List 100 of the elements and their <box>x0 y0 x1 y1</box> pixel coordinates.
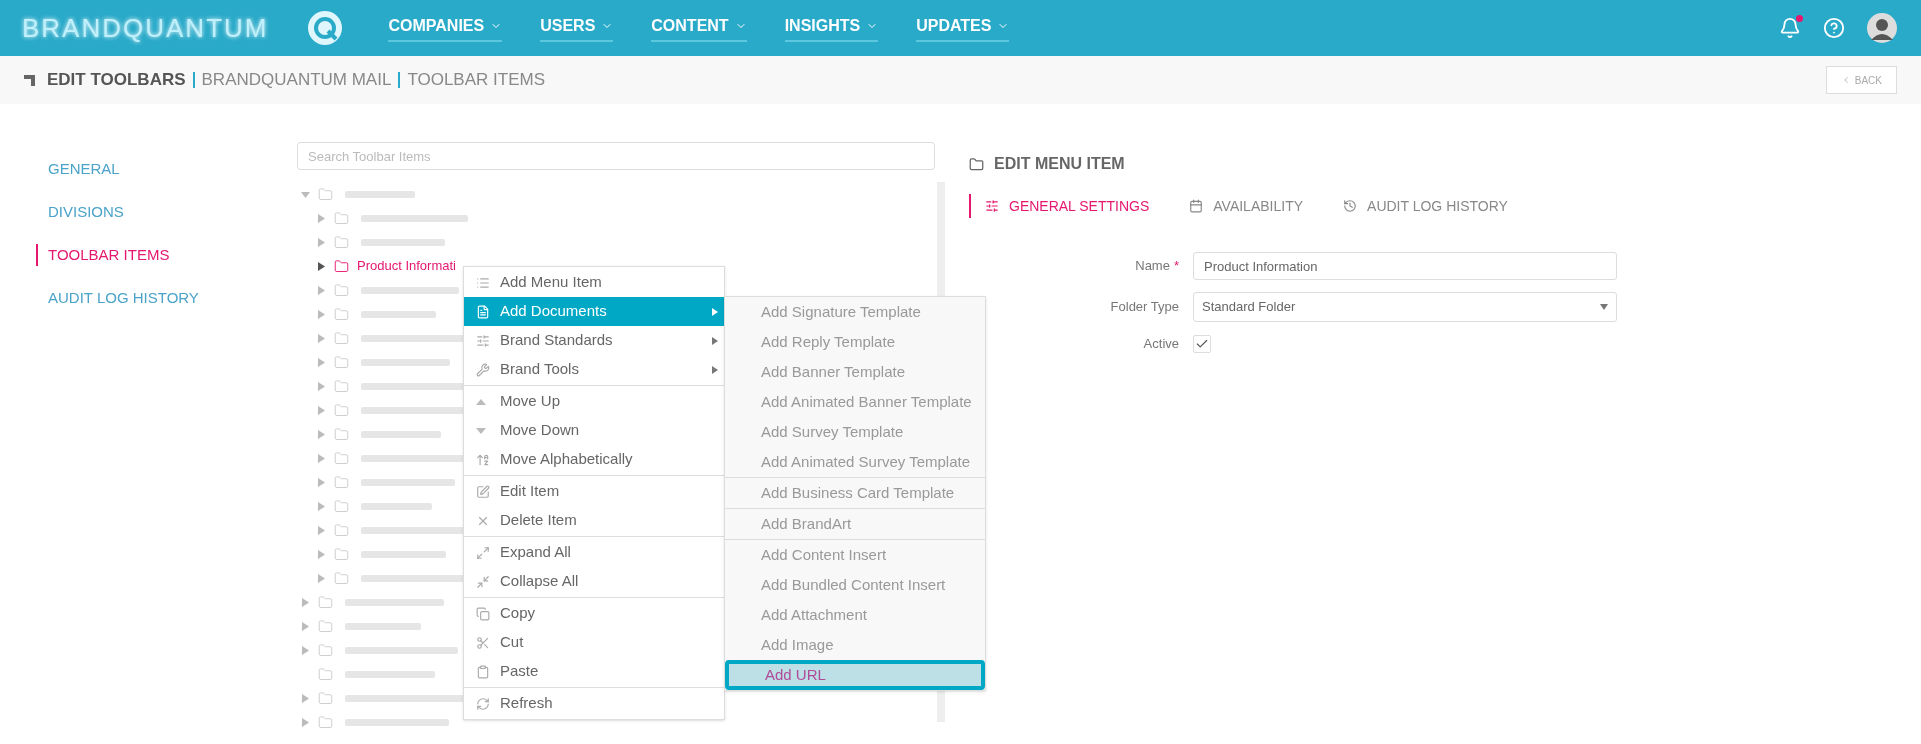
blurred-label[interactable] <box>345 644 458 656</box>
menu-item[interactable]: Expand All <box>464 538 724 567</box>
blurred-label[interactable] <box>345 668 435 680</box>
sidebar-item[interactable]: AUDIT LOG HISTORY <box>36 287 297 309</box>
help-icon[interactable] <box>1823 17 1845 39</box>
folder-icon <box>969 156 984 172</box>
menu-item[interactable]: Collapse All <box>464 567 724 596</box>
folder-icon <box>334 354 349 370</box>
menu-item[interactable]: Add Bundled Content Insert <box>725 570 985 600</box>
menu-item[interactable]: Move Alphabetically <box>464 445 724 474</box>
blurred-label[interactable] <box>361 284 459 296</box>
blurred-label[interactable] <box>361 212 468 224</box>
blurred-label[interactable] <box>361 548 446 560</box>
submenu-arrow-icon <box>712 307 718 316</box>
refresh-icon <box>476 696 490 711</box>
menu-item[interactable]: Refresh <box>464 689 724 718</box>
menu-item[interactable]: Add URL <box>725 660 985 690</box>
sidebar-item[interactable]: DIVISIONS <box>36 201 297 223</box>
logo[interactable]: BRANDQUANTUM <box>22 8 269 48</box>
menu-item[interactable]: Add Signature Template <box>725 297 985 327</box>
blurred-label[interactable] <box>361 236 445 248</box>
folder-icon <box>318 186 333 202</box>
menu-item[interactable]: Add Attachment <box>725 600 985 630</box>
avatar[interactable] <box>1867 13 1897 43</box>
blurred-label[interactable] <box>345 716 449 728</box>
menu-item[interactable]: Brand Tools <box>464 355 724 384</box>
submenu-arrow-icon <box>712 336 718 345</box>
folder-icon <box>334 498 349 514</box>
folder-icon <box>334 570 349 586</box>
menu-item[interactable]: Add BrandArt <box>725 509 985 539</box>
folder-icon <box>334 450 349 466</box>
folder-icon <box>334 282 349 298</box>
submenu-arrow-icon <box>712 365 718 374</box>
collapsed-caret-icon[interactable] <box>317 261 326 271</box>
folder-icon <box>334 378 349 394</box>
menu-item[interactable]: Edit Item <box>464 477 724 506</box>
expand-icon <box>476 545 490 560</box>
blurred-label[interactable] <box>345 188 415 200</box>
menu-item[interactable]: Add Menu Item <box>464 268 724 297</box>
nav-menu[interactable]: COMPANIES <box>388 14 503 42</box>
logo-icon[interactable] <box>306 9 345 47</box>
folder-icon <box>334 426 349 442</box>
blurred-label[interactable] <box>361 428 441 440</box>
blurred-label[interactable] <box>361 308 436 320</box>
checkbox[interactable] <box>1193 334 1211 353</box>
folder-icon <box>334 306 349 322</box>
folder-icon <box>334 402 349 418</box>
dropdown-caret-icon <box>1600 304 1608 310</box>
menu-item[interactable]: Add Documents <box>464 297 724 326</box>
folder-icon <box>318 642 333 658</box>
folder-type-select[interactable]: Standard Folder <box>1193 292 1617 322</box>
nav-menu[interactable]: USERS <box>540 14 614 42</box>
tree-item[interactable]: Product Informati <box>357 256 456 276</box>
menu-item[interactable]: Brand Standards <box>464 326 724 355</box>
menu-item[interactable]: Add Animated Survey Template <box>725 447 985 477</box>
nav-menu[interactable]: INSIGHTS <box>784 14 879 42</box>
menu-item[interactable]: Add Image <box>725 630 985 660</box>
menu-item[interactable]: Cut <box>464 628 724 657</box>
field-label: Folder Type <box>1110 298 1179 317</box>
menu-item[interactable]: Copy <box>464 599 724 628</box>
folder-icon <box>318 714 333 730</box>
menu-item[interactable]: Paste <box>464 657 724 686</box>
edit-icon <box>476 484 490 499</box>
tab[interactable]: GENERAL SETTINGS <box>985 195 1150 217</box>
name-field[interactable]: Product Information <box>1193 252 1617 280</box>
menu-item[interactable]: Move Up <box>464 387 724 416</box>
menu-item[interactable]: Add Survey Template <box>725 417 985 447</box>
menu-item[interactable]: Delete Item <box>464 506 724 535</box>
blurred-label[interactable] <box>345 596 444 608</box>
sidebar-item[interactable]: GENERAL <box>36 158 297 180</box>
sidebar-item[interactable]: TOOLBAR ITEMS <box>36 244 297 266</box>
blurred-label[interactable] <box>361 404 464 416</box>
breadcrumb-item[interactable]: TOOLBAR ITEMS <box>407 67 545 93</box>
breadcrumb-item: EDIT TOOLBARS <box>47 69 186 92</box>
required-mark: * <box>1173 257 1179 276</box>
folder-icon <box>334 258 349 274</box>
back-button[interactable]: BACK <box>1825 66 1897 94</box>
search-field[interactable]: Search Toolbar Items <box>297 142 935 170</box>
menu-item[interactable]: Add Business Card Template <box>725 478 985 508</box>
tab[interactable]: AUDIT LOG HISTORY <box>1343 195 1508 217</box>
breadcrumb-item[interactable]: BRANDQUANTUM MAIL <box>201 67 392 93</box>
menu-item[interactable]: Add Reply Template <box>725 327 985 357</box>
menu-item[interactable]: Add Banner Template <box>725 357 985 387</box>
blurred-label[interactable] <box>361 476 455 488</box>
menu-item[interactable]: Move Down <box>464 416 724 445</box>
blurred-label[interactable] <box>345 620 421 632</box>
document-icon <box>476 304 490 319</box>
blurred-label[interactable] <box>361 356 450 368</box>
menu-item[interactable]: Add Content Insert <box>725 540 985 570</box>
tab[interactable]: AVAILABILITY <box>1189 195 1304 217</box>
clipboard-icon <box>476 664 490 679</box>
nav-menu[interactable]: UPDATES <box>916 14 1010 42</box>
nav-menu[interactable]: CONTENT <box>651 14 747 42</box>
bell-icon[interactable] <box>1779 17 1801 39</box>
sliders-icon <box>985 199 999 213</box>
expanded-caret-icon[interactable] <box>301 189 310 199</box>
blurred-label[interactable] <box>361 500 432 512</box>
menu-item[interactable]: Add Animated Banner Template <box>725 387 985 417</box>
down-triangle-icon <box>476 427 486 434</box>
collapse-icon <box>476 574 490 589</box>
